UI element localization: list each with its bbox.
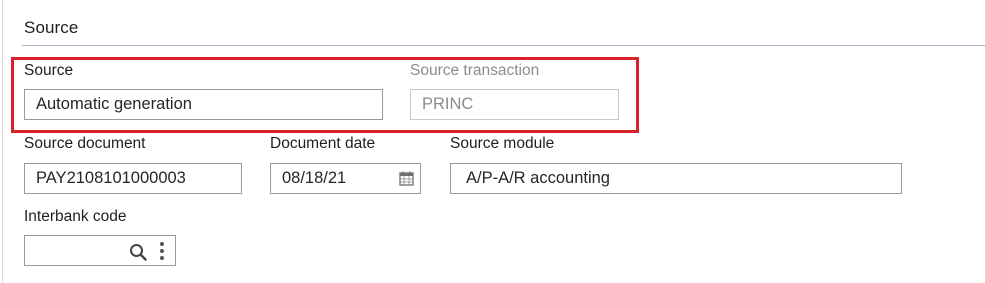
document-date-label: Document date: [270, 135, 376, 152]
source-field[interactable]: Automatic generation: [24, 89, 383, 120]
source-module-label: Source module: [450, 135, 555, 152]
interbank-code-field[interactable]: [24, 235, 176, 266]
search-icon[interactable]: [129, 243, 147, 261]
document-date-field[interactable]: 08/18/21: [270, 163, 421, 194]
source-label: Source: [24, 62, 74, 79]
source-document-label: Source document: [24, 135, 146, 152]
more-vertical-icon[interactable]: [159, 241, 165, 261]
source-document-field[interactable]: PAY2108101000003: [24, 163, 242, 194]
section-title: Source: [24, 18, 79, 37]
section-divider: [22, 45, 985, 46]
source-panel: Source Source Automatic generation Sourc…: [0, 0, 985, 283]
source-transaction-label: Source transaction: [410, 62, 540, 79]
interbank-code-label: Interbank code: [24, 208, 127, 225]
source-transaction-field: PRINC: [410, 89, 619, 120]
panel-left-border: [2, 0, 3, 283]
calendar-icon[interactable]: [399, 171, 414, 186]
document-date-value: 08/18/21: [282, 169, 347, 187]
source-module-field[interactable]: A/P-A/R accounting: [450, 163, 902, 194]
